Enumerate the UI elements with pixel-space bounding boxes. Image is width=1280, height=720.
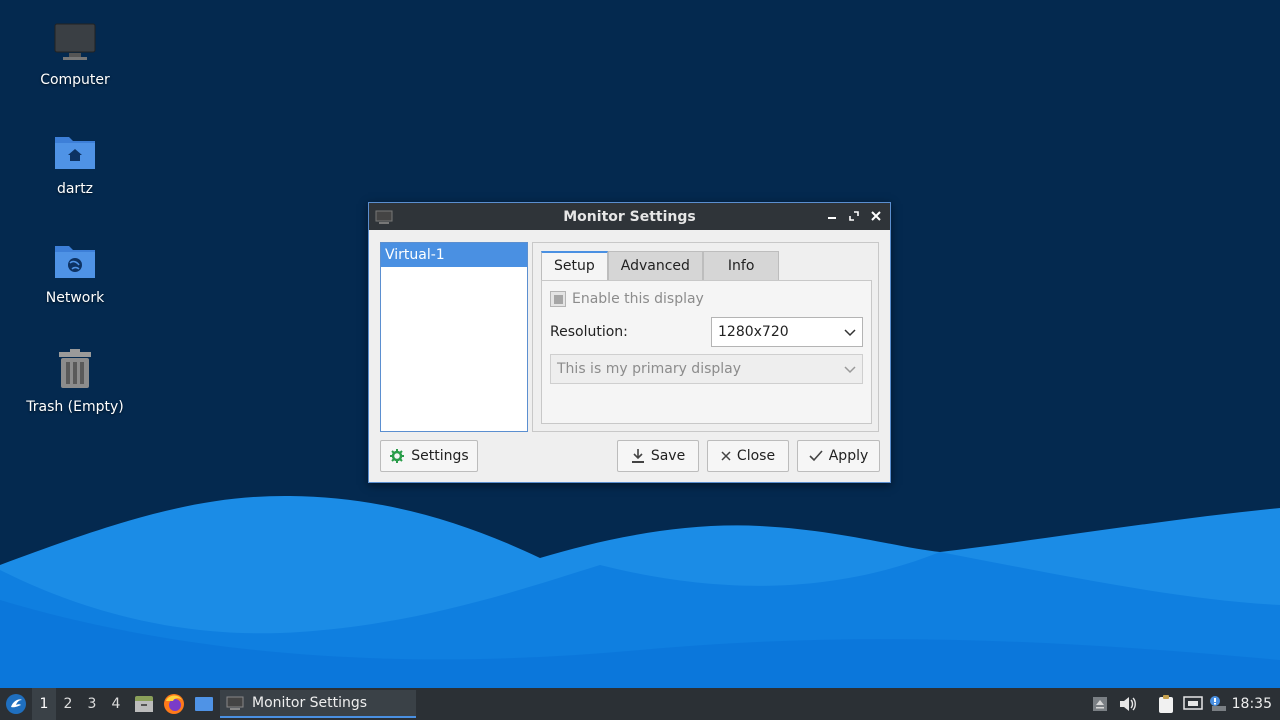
volume-button[interactable] [1116, 692, 1140, 716]
trash-icon [51, 345, 99, 393]
display-list-item[interactable]: Virtual-1 [381, 243, 527, 267]
minimize-icon [828, 217, 836, 219]
close-window-button[interactable] [868, 208, 884, 224]
desktop-icon-home[interactable]: dartz [15, 127, 135, 197]
checkmark-icon [809, 450, 823, 462]
setup-panel: Enable this display Resolution: 1280x720… [541, 280, 872, 424]
primary-display-select[interactable]: This is my primary display [550, 354, 863, 384]
settings-button-label: Settings [411, 448, 469, 464]
network-wired-icon [1183, 696, 1203, 710]
network-folder-icon [51, 236, 99, 284]
volume-icon [1120, 697, 1136, 711]
settings-gear-icon [390, 449, 405, 463]
eject-icon [1093, 697, 1107, 711]
enable-display-label: Enable this display [572, 291, 704, 307]
apply-button[interactable]: Apply [797, 440, 880, 472]
desktop-icon-network[interactable]: Network [15, 236, 135, 306]
workspace-3[interactable]: 3 [80, 688, 104, 720]
lubuntu-logo-icon [6, 694, 26, 714]
primary-display-value: This is my primary display [557, 361, 742, 377]
computer-icon [51, 18, 99, 66]
monitor-app-icon [375, 210, 393, 224]
desktop-icon-label: Trash (Empty) [26, 399, 124, 415]
save-button[interactable]: Save [617, 440, 699, 472]
updates-alert-icon [1210, 696, 1226, 711]
resolution-select[interactable]: 1280x720 [711, 317, 863, 347]
save-button-label: Save [650, 448, 686, 464]
resolution-value: 1280x720 [718, 324, 789, 340]
desktop-icon-label: dartz [56, 181, 94, 197]
workspace-2[interactable]: 2 [56, 688, 80, 720]
dialog-title: Monitor Settings [563, 208, 696, 225]
firefox-launcher[interactable] [162, 692, 186, 716]
close-button[interactable]: Close [707, 440, 789, 472]
dialog-titlebar[interactable]: Monitor Settings [369, 203, 890, 230]
maximize-icon [849, 211, 859, 221]
close-icon [871, 211, 881, 221]
clipboard-button[interactable] [1154, 692, 1178, 716]
desktop-icon-label: Network [45, 290, 105, 306]
taskbar-window-label: Monitor Settings [252, 695, 368, 711]
desktop-icon-computer[interactable]: Computer [15, 18, 135, 88]
home-folder-icon [51, 127, 99, 175]
tab-info[interactable]: Info [702, 251, 780, 280]
taskbar-window-monitor-settings[interactable]: Monitor Settings [220, 690, 416, 718]
chevron-down-icon [844, 329, 856, 337]
desktop-icon-trash[interactable]: Trash (Empty) [15, 345, 135, 415]
start-menu-button[interactable] [4, 692, 28, 716]
firefox-icon [164, 694, 184, 714]
taskbar-clock[interactable]: 18:35 [1232, 688, 1272, 720]
desktop-icon-label: Computer [40, 72, 110, 88]
file-cabinet-icon [135, 696, 153, 712]
eject-tray-button[interactable] [1088, 692, 1112, 716]
chevron-down-icon [844, 366, 856, 374]
notifications-button[interactable] [1206, 692, 1230, 716]
apply-button-label: Apply [828, 448, 869, 464]
monitor-settings-dialog: Monitor Settings Virtual-1 Setup Advance… [368, 202, 891, 483]
download-icon [631, 449, 644, 463]
minimize-button[interactable] [824, 208, 840, 224]
tab-bar: Setup Advanced Info [541, 251, 780, 281]
network-status-button[interactable] [1181, 692, 1205, 716]
workspace-4[interactable]: 4 [104, 688, 128, 720]
show-desktop-button[interactable] [192, 692, 216, 716]
workspace-1[interactable]: 1 [32, 688, 56, 720]
enable-display-row[interactable]: Enable this display [550, 291, 704, 307]
display-list[interactable]: Virtual-1 [380, 242, 528, 432]
file-manager-launcher[interactable] [132, 692, 156, 716]
tabs-container: Setup Advanced Info Enable this display … [532, 242, 879, 432]
desktop-icon [195, 697, 213, 711]
monitor-app-icon [226, 696, 244, 710]
tab-advanced[interactable]: Advanced [607, 251, 703, 280]
taskbar: 1 2 3 4 Monitor Settings 18:35 [0, 688, 1280, 720]
maximize-button[interactable] [846, 208, 862, 224]
close-icon [721, 451, 731, 461]
resolution-row: Resolution: [550, 324, 628, 340]
close-button-label: Close [736, 448, 776, 464]
clipboard-icon [1159, 695, 1173, 713]
resolution-label: Resolution: [550, 324, 628, 340]
tab-setup[interactable]: Setup [541, 251, 608, 281]
settings-button[interactable]: Settings [380, 440, 478, 472]
enable-display-checkbox[interactable] [550, 291, 566, 307]
